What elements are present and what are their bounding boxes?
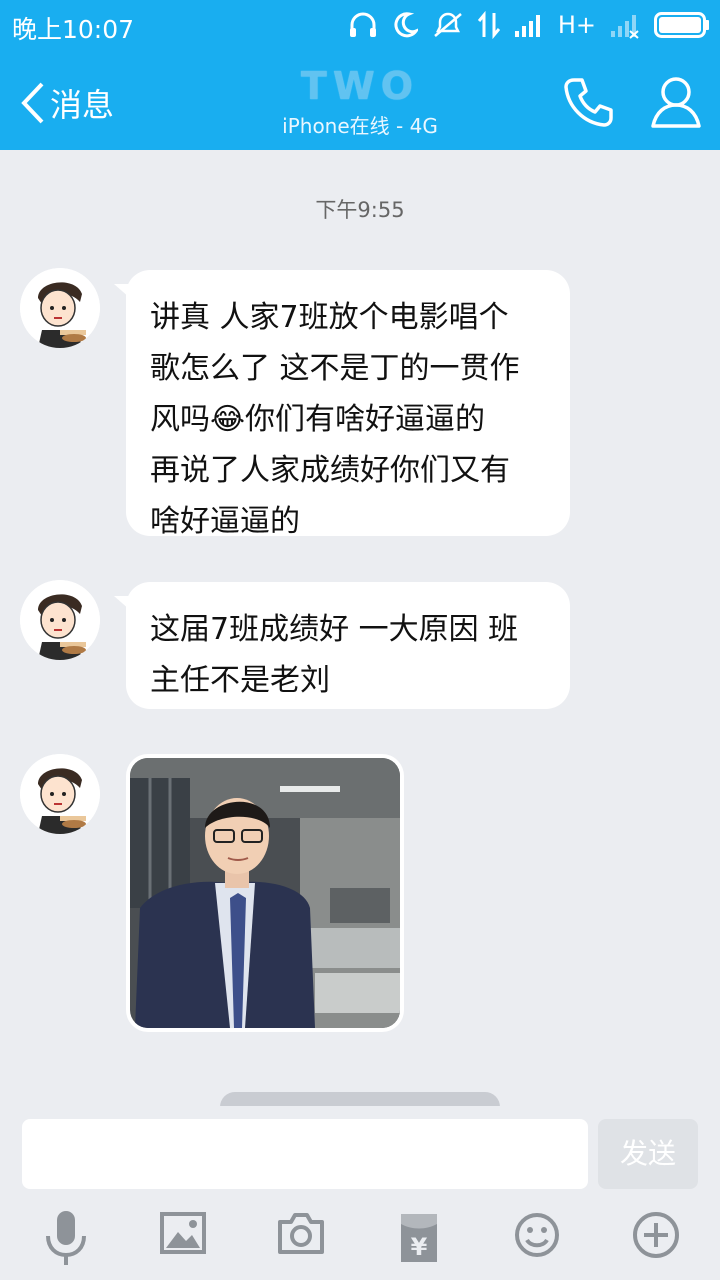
photo-of-man-in-office — [130, 758, 400, 1028]
moon-icon — [394, 12, 418, 38]
chat-header: 消息 TWO iPhone在线 - 4G — [0, 50, 720, 150]
headphones-icon — [349, 12, 376, 37]
message-timestamp: 下午9:55 — [315, 198, 405, 222]
message-line: 歌怎么了 这不是丁的一贯作 — [150, 351, 520, 386]
battery-icon — [654, 12, 709, 38]
phone-call-button[interactable] — [560, 74, 616, 130]
sender-avatar[interactable] — [20, 754, 100, 834]
message-bubble[interactable]: 这届7班成绩好 一大原因 班 主任不是老刘 — [114, 582, 570, 709]
message-line: 讲真 人家7班放个电影唱个 — [150, 300, 509, 335]
profile-button[interactable] — [650, 74, 702, 130]
message-bubble[interactable]: 讲真 人家7班放个电影唱个 歌怎么了 这不是丁的一贯作 风吗😂你们有啥好逼逼的 … — [114, 270, 570, 539]
status-icons: H+ — [348, 8, 710, 42]
message-line: 再说了人家成绩好你们又有 — [150, 453, 510, 488]
message-line: 风吗😂你们有啥好逼逼的 — [150, 402, 486, 437]
network-type: H+ — [557, 11, 596, 39]
message-line: 啥好逼逼的 — [150, 504, 300, 539]
data-transfer-icon — [477, 11, 500, 39]
image-icon[interactable] — [160, 1208, 206, 1260]
send-button[interactable]: 发送 — [598, 1119, 698, 1189]
message-line: 主任不是老刘 — [150, 663, 330, 698]
sender-avatar[interactable] — [20, 268, 100, 348]
signal-weak-icon — [611, 15, 639, 39]
microphone-icon[interactable] — [44, 1208, 88, 1268]
red-packet-icon[interactable]: ¥ — [398, 1208, 440, 1266]
message-composer: 发送 ¥ — [0, 1106, 720, 1280]
status-time: 晚上10:07 — [12, 15, 135, 44]
message-input[interactable] — [22, 1119, 588, 1189]
cartoon-boy-avatar — [20, 268, 100, 348]
cartoon-boy-avatar — [20, 580, 100, 660]
signal-icon — [514, 15, 540, 37]
sender-avatar[interactable] — [20, 580, 100, 660]
input-toolbar: ¥ — [0, 1204, 720, 1274]
message-line: 这届7班成绩好 一大原因 班 — [150, 612, 519, 647]
cartoon-boy-avatar — [20, 754, 100, 834]
camera-icon[interactable] — [278, 1208, 324, 1260]
status-bar: 晚上10:07 H+ — [0, 0, 720, 50]
mute-icon — [434, 12, 462, 37]
emoji-icon[interactable] — [514, 1208, 560, 1260]
svg-text:¥: ¥ — [411, 1233, 428, 1261]
image-message[interactable] — [126, 754, 404, 1032]
plus-icon[interactable] — [632, 1208, 680, 1260]
